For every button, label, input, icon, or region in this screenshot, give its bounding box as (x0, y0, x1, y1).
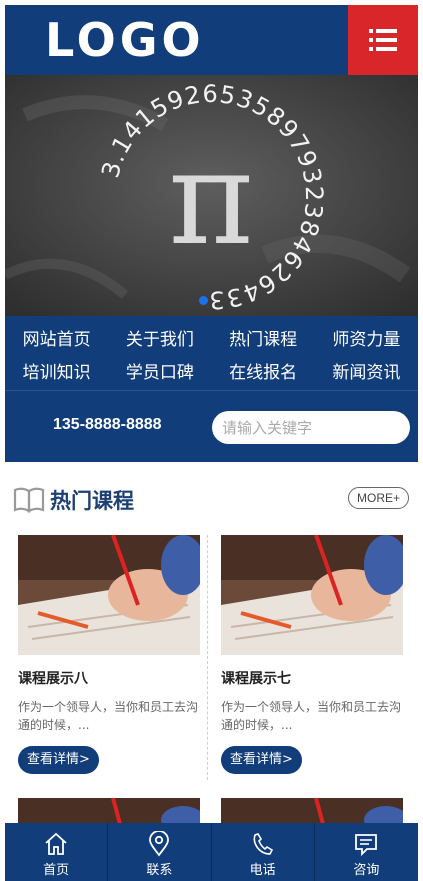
book-icon (13, 487, 45, 513)
course-image-next[interactable] (221, 798, 403, 824)
more-button[interactable]: MORE+ (348, 487, 409, 509)
main-nav: 网站首页 关于我们 热门课程 师资力量 培训知识 学员口碑 在线报名 新闻资讯 (5, 316, 418, 390)
nav-item-news[interactable]: 新闻资讯 (315, 357, 418, 390)
course-desc: 作为一个领导人，当你和员工去沟通的时候，... (18, 700, 199, 732)
nav-item-knowledge[interactable]: 培训知识 (5, 357, 108, 390)
tab-phone-label: 电话 (249, 862, 276, 878)
section-title: 热门课程 (13, 483, 134, 517)
nav-item-home[interactable]: 网站首页 (5, 324, 108, 357)
banner-slide[interactable]: 3.1415926535897932384626433 π (5, 75, 418, 316)
course-desc: 作为一个领导人，当你和员工去沟通的时候，... (221, 700, 402, 732)
nav-item-reviews[interactable]: 学员口碑 (108, 357, 211, 390)
header: LOGO (5, 5, 418, 75)
menu-button[interactable] (348, 5, 418, 75)
page-frame: LOGO 3.1415926535897932384626433 π 网站首页 … (5, 5, 418, 881)
course-image[interactable] (18, 535, 200, 655)
search-input[interactable] (212, 411, 410, 444)
tab-home-label: 首页 (43, 862, 70, 878)
phone-number[interactable]: 135-8888-8888 (53, 416, 162, 434)
phone-icon (253, 832, 273, 855)
nav-item-signup[interactable]: 在线报名 (212, 357, 315, 390)
nav-item-courses[interactable]: 热门课程 (212, 324, 315, 357)
banner-image: 3.1415926535897932384626433 π (5, 75, 418, 316)
tab-consult[interactable]: 咨询 (315, 823, 418, 881)
tab-contact[interactable]: 联系 (108, 823, 212, 881)
contact-bar: 135-8888-8888 (5, 390, 418, 462)
nav-item-about[interactable]: 关于我们 (108, 324, 211, 357)
home-icon (45, 832, 67, 855)
view-details-button[interactable]: 查看详情> (221, 746, 302, 774)
section-title-text: 热门课程 (50, 489, 134, 513)
course-image-next[interactable] (18, 798, 200, 824)
course-card[interactable]: 课程展示七 作为一个领导人，当你和员工去沟通的时候，... 查看详情> (221, 535, 403, 774)
tab-home[interactable]: 首页 (5, 823, 109, 881)
chat-icon (355, 833, 378, 856)
menu-icon (369, 29, 397, 51)
location-icon (149, 830, 170, 856)
course-title[interactable]: 课程展示七 (221, 668, 403, 688)
banner-pi: π (168, 122, 253, 274)
course-title[interactable]: 课程展示八 (18, 668, 200, 688)
tab-consult-label: 咨询 (353, 862, 380, 878)
tab-phone[interactable]: 电话 (212, 823, 315, 881)
nav-item-teachers[interactable]: 师资力量 (315, 324, 418, 357)
logo[interactable]: LOGO (45, 17, 205, 63)
view-details-button[interactable]: 查看详情> (18, 746, 99, 774)
card-divider (207, 535, 208, 780)
slide-indicator-dot[interactable] (199, 296, 208, 305)
bottom-tabbar: 首页 联系 电话 咨询 (5, 823, 418, 881)
course-image[interactable] (221, 535, 403, 655)
tab-contact-label: 联系 (146, 862, 173, 878)
course-card[interactable]: 课程展示八 作为一个领导人，当你和员工去沟通的时候，... 查看详情> (18, 535, 200, 774)
